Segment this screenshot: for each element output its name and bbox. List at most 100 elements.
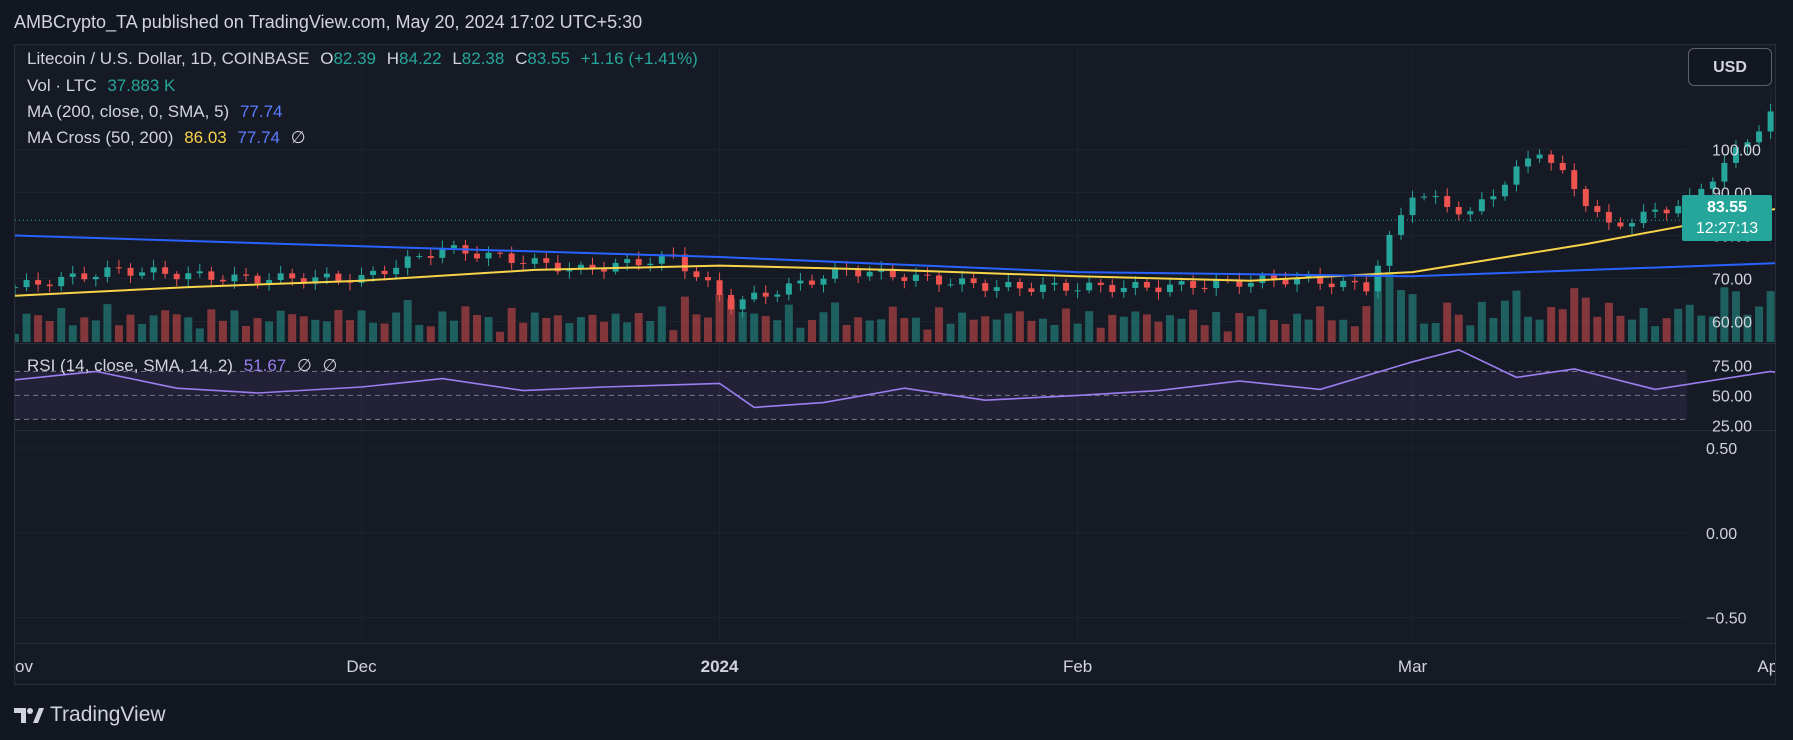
time-axis-label: Mar bbox=[1398, 657, 1428, 676]
candle-body bbox=[1109, 284, 1116, 293]
candle-body bbox=[1409, 197, 1416, 216]
candle-body bbox=[1063, 282, 1070, 291]
candle-body bbox=[404, 256, 411, 268]
high-value: 84.22 bbox=[399, 49, 442, 68]
volume-bar bbox=[542, 317, 551, 342]
candle-body bbox=[115, 267, 122, 269]
candle-body bbox=[185, 273, 192, 280]
volume-bar bbox=[1639, 307, 1648, 342]
candle-body bbox=[1155, 287, 1162, 293]
volume-bar bbox=[1766, 291, 1775, 342]
candle-body bbox=[901, 277, 908, 281]
volume-label[interactable]: Vol · LTC bbox=[27, 76, 97, 95]
candle-body bbox=[1582, 189, 1589, 207]
volume-bar bbox=[1027, 320, 1036, 342]
candle-body bbox=[1501, 184, 1508, 197]
candle-body bbox=[1767, 111, 1774, 132]
rsi-extra-1: ∅ bbox=[296, 356, 312, 375]
low-value: 82.38 bbox=[461, 49, 505, 68]
volume-bar bbox=[1547, 306, 1556, 342]
candle-body bbox=[774, 294, 781, 297]
volume-bar bbox=[1177, 318, 1186, 342]
volume-bar bbox=[1535, 319, 1544, 342]
volume-bar bbox=[1154, 321, 1163, 342]
volume-bar bbox=[576, 317, 585, 342]
candle-body bbox=[127, 267, 134, 276]
volume-bar bbox=[1096, 327, 1105, 342]
candle-body bbox=[1328, 283, 1335, 288]
volume-bar bbox=[1489, 317, 1498, 342]
volume-bar bbox=[553, 315, 562, 342]
volume-bar bbox=[1281, 323, 1290, 342]
volume-bar bbox=[15, 334, 19, 342]
volume-bar bbox=[1108, 314, 1117, 342]
candle-body bbox=[705, 277, 711, 281]
volume-bar bbox=[1050, 324, 1059, 342]
candle-body bbox=[1351, 280, 1358, 283]
candle-body bbox=[762, 292, 769, 297]
volume-bar bbox=[1373, 272, 1382, 342]
candle-body bbox=[716, 280, 723, 295]
low-label: L bbox=[452, 49, 462, 68]
volume-bar bbox=[1131, 311, 1140, 342]
volume-bar bbox=[1142, 314, 1151, 342]
volume-bar bbox=[1362, 306, 1371, 342]
rsi-label[interactable]: RSI (14, close, SMA, 14, 2) bbox=[27, 356, 233, 375]
volume-bar bbox=[1454, 314, 1463, 342]
candle-body bbox=[277, 273, 284, 281]
volume-bar bbox=[530, 312, 539, 342]
ma-label[interactable]: MA (200, close, 0, SMA, 5) bbox=[27, 102, 229, 121]
candle-body bbox=[150, 267, 157, 273]
volume-bar bbox=[311, 319, 320, 342]
candle-body bbox=[1652, 209, 1659, 212]
time-axis-label: ov bbox=[15, 657, 33, 676]
volume-bar bbox=[1616, 315, 1625, 342]
candle-body bbox=[808, 280, 815, 285]
volume-bar bbox=[784, 304, 793, 342]
volume-bar bbox=[831, 302, 840, 342]
change-value: +1.16 (+1.41%) bbox=[580, 49, 698, 68]
volume-bar bbox=[1350, 326, 1359, 342]
ma-cross-label[interactable]: MA Cross (50, 200) bbox=[27, 128, 173, 147]
volume-bar bbox=[1385, 272, 1394, 342]
tradingview-logo[interactable]: TradingView bbox=[14, 698, 166, 732]
volume-bar bbox=[842, 325, 851, 342]
rsi-axis-label: 50.00 bbox=[1712, 388, 1752, 405]
chart-frame: 100.0090.0080.0070.0060.0075.0050.0025.0… bbox=[14, 44, 1776, 685]
tradingview-logo-icon bbox=[14, 708, 44, 723]
candle-body bbox=[46, 284, 53, 287]
candle-body bbox=[450, 245, 457, 249]
volume-bar bbox=[1038, 318, 1047, 342]
osc-axis-label: 0.00 bbox=[1706, 526, 1737, 543]
candle-body bbox=[81, 273, 88, 280]
candle-body bbox=[785, 283, 792, 295]
volume-bar bbox=[507, 307, 516, 342]
volume-bar bbox=[242, 325, 250, 342]
volume-bar bbox=[1685, 304, 1694, 342]
last-price-value: 83.55 bbox=[1706, 199, 1748, 216]
candle-body bbox=[427, 256, 434, 258]
candle-body bbox=[104, 267, 111, 277]
close-value: 83.55 bbox=[527, 49, 570, 68]
currency-button[interactable]: USD bbox=[1688, 48, 1772, 86]
candle-body bbox=[92, 276, 99, 280]
candle-body bbox=[196, 271, 203, 274]
volume-bar bbox=[704, 317, 712, 342]
open-label: O bbox=[320, 49, 334, 68]
price-axis-label: 100.00 bbox=[1712, 143, 1761, 160]
time-axis-label: Dec bbox=[346, 657, 377, 676]
volume-bar bbox=[68, 325, 77, 342]
volume-bar bbox=[1466, 325, 1475, 342]
volume-bar bbox=[1628, 319, 1636, 342]
price-legend: Litecoin / U.S. Dollar, 1D, COINBASE O 82… bbox=[27, 47, 704, 71]
symbol-label[interactable]: Litecoin / U.S. Dollar, 1D, COINBASE bbox=[27, 49, 310, 68]
candle-body bbox=[1421, 196, 1428, 198]
candle-body bbox=[335, 273, 342, 281]
volume-bar bbox=[750, 313, 759, 342]
volume-bar bbox=[1512, 290, 1521, 342]
candle-body bbox=[1167, 284, 1173, 293]
candle-body bbox=[1548, 154, 1555, 163]
candle-body bbox=[624, 259, 631, 263]
candle-body bbox=[1005, 281, 1012, 288]
candle-body bbox=[1086, 282, 1093, 291]
